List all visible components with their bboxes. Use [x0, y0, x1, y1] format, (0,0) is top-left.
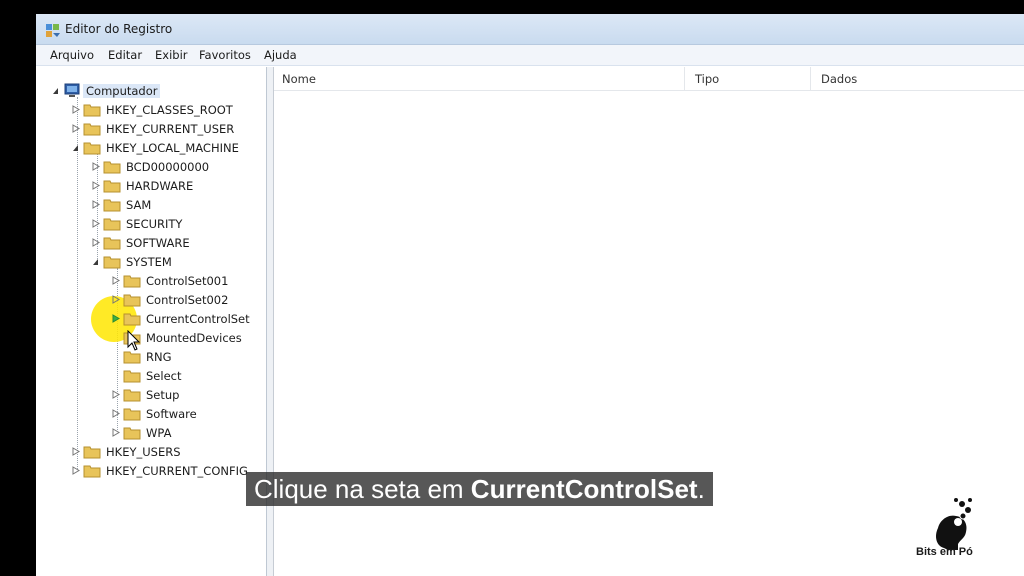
registry-tree: Computador HKEY_CLASSES_ROOT HKEY_CURREN… [39, 67, 267, 576]
tree-label: Select [146, 369, 182, 383]
tree-label: SYSTEM [126, 255, 172, 269]
folder-icon [103, 199, 121, 212]
tree-node-setup[interactable]: Setup [112, 386, 262, 404]
menu-bar: Arquivo Editar Exibir Favoritos Ajuda [36, 45, 1024, 66]
tree-node-hkey-users[interactable]: HKEY_USERS [72, 443, 262, 461]
computer-icon [64, 83, 80, 97]
tree-node-controlset002[interactable]: ControlSet002 [112, 291, 262, 309]
expand-arrow-icon[interactable] [112, 428, 120, 437]
column-header: Nome Tipo Dados [274, 67, 1024, 91]
folder-icon [123, 294, 141, 307]
tree-label: HKEY_USERS [106, 445, 181, 459]
expand-arrow-icon[interactable] [72, 105, 80, 114]
video-subtitle: Clique na seta em CurrentControlSet. [246, 472, 713, 506]
tree-label: CurrentControlSet [146, 312, 250, 326]
expand-arrow-icon[interactable] [112, 276, 120, 285]
folder-icon [83, 446, 101, 459]
folder-icon [103, 218, 121, 231]
tree-node-security[interactable]: SECURITY [92, 215, 262, 233]
window-title: Editor do Registro [65, 22, 173, 36]
tree-label: HKEY_CURRENT_USER [106, 122, 235, 136]
tree-node-bcd[interactable]: BCD00000000 [92, 158, 262, 176]
folder-icon [103, 161, 121, 174]
folder-icon [83, 465, 101, 478]
expand-arrow-icon[interactable] [112, 390, 120, 399]
regedit-icon [46, 24, 60, 37]
menu-editar[interactable]: Editar [108, 48, 142, 62]
expand-arrow-icon[interactable] [112, 314, 120, 323]
menu-favoritos[interactable]: Favoritos [199, 48, 251, 62]
tree-node-hkey-current-user[interactable]: HKEY_CURRENT_USER [72, 120, 262, 138]
expand-arrow-icon[interactable] [92, 200, 100, 209]
column-tipo[interactable]: Tipo [695, 72, 719, 86]
subtitle-emphasis: CurrentControlSet [470, 474, 698, 504]
tree-node-hardware[interactable]: HARDWARE [92, 177, 262, 195]
tree-node-controlset001[interactable]: ControlSet001 [112, 272, 262, 290]
collapse-arrow-icon[interactable] [92, 257, 100, 266]
tree-label-computador: Computador [83, 84, 161, 98]
expand-arrow-icon[interactable] [92, 238, 100, 247]
tree-label: HKEY_CURRENT_CONFIG [106, 464, 248, 478]
folder-icon [83, 123, 101, 136]
tree-node-currentcontrolset[interactable]: CurrentControlSet [112, 310, 262, 328]
folder-icon [103, 237, 121, 250]
tree-label: HARDWARE [126, 179, 194, 193]
folder-icon [123, 427, 141, 440]
expand-arrow-icon[interactable] [72, 124, 80, 133]
folder-icon [123, 275, 141, 288]
expand-arrow-icon[interactable] [72, 466, 80, 475]
tree-node-sam[interactable]: SAM [92, 196, 262, 214]
expand-arrow-icon[interactable] [92, 219, 100, 228]
folder-icon [123, 408, 141, 421]
collapse-arrow-icon[interactable] [52, 86, 60, 95]
folder-icon [83, 104, 101, 117]
tree-node-computador[interactable]: Computador [52, 82, 262, 100]
tree-node-select[interactable]: Select [112, 367, 262, 385]
folder-open-icon [103, 256, 121, 269]
folder-icon [103, 180, 121, 193]
column-dados[interactable]: Dados [821, 72, 857, 86]
mouse-cursor-icon [127, 330, 141, 351]
tree-node-software[interactable]: SOFTWARE [92, 234, 262, 252]
expand-arrow-icon[interactable] [92, 162, 100, 171]
folder-open-icon [83, 142, 101, 155]
tree-label: ControlSet002 [146, 293, 229, 307]
logo-text: Bits em Pó [916, 546, 973, 558]
tree-label: SOFTWARE [126, 236, 190, 250]
tree-label: WPA [146, 426, 172, 440]
tree-label: BCD00000000 [126, 160, 210, 174]
expand-arrow-icon[interactable] [112, 409, 120, 418]
menu-ajuda[interactable]: Ajuda [264, 48, 297, 62]
menu-exibir[interactable]: Exibir [155, 48, 188, 62]
subtitle-suffix: . [697, 474, 705, 504]
subtitle-prefix: Clique na seta em [254, 474, 471, 504]
tree-node-software-sys[interactable]: Software [112, 405, 262, 423]
collapse-arrow-icon[interactable] [72, 143, 80, 152]
tree-label: RNG [146, 350, 172, 364]
tree-node-hkey-current-config[interactable]: HKEY_CURRENT_CONFIG [72, 462, 262, 480]
tree-label: ControlSet001 [146, 274, 229, 288]
menu-arquivo[interactable]: Arquivo [50, 48, 94, 62]
column-nome[interactable]: Nome [282, 72, 316, 86]
folder-icon [123, 313, 141, 326]
tree-label: MountedDevices [146, 331, 242, 345]
folder-icon [123, 370, 141, 383]
folder-icon [123, 389, 141, 402]
expand-arrow-icon[interactable] [92, 181, 100, 190]
expand-arrow-icon[interactable] [112, 295, 120, 304]
tree-label: HKEY_CLASSES_ROOT [106, 103, 233, 117]
tree-node-hkey-local-machine[interactable]: HKEY_LOCAL_MACHINE [72, 139, 262, 157]
tree-node-system[interactable]: SYSTEM [92, 253, 262, 271]
tree-label: SAM [126, 198, 152, 212]
tree-label: Setup [146, 388, 180, 402]
tree-node-hkey-classes-root[interactable]: HKEY_CLASSES_ROOT [72, 101, 262, 119]
tree-label: Software [146, 407, 197, 421]
tree-label: SECURITY [126, 217, 183, 231]
tree-node-wpa[interactable]: WPA [112, 424, 262, 442]
tree-label: HKEY_LOCAL_MACHINE [106, 141, 239, 155]
title-bar: Editor do Registro [36, 14, 1024, 45]
expand-arrow-icon[interactable] [72, 447, 80, 456]
